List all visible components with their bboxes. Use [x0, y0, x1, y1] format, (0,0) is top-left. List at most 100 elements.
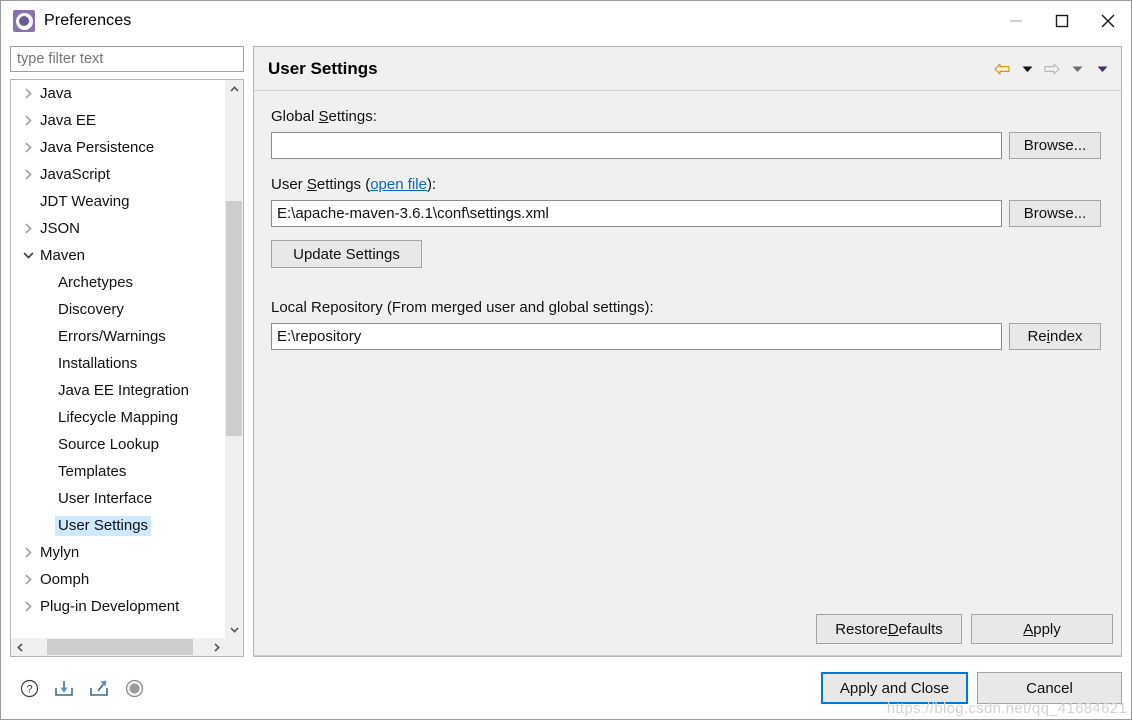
preferences-gear-icon: [13, 10, 35, 32]
close-icon[interactable]: [1085, 1, 1131, 41]
scroll-down-icon[interactable]: [225, 620, 243, 638]
scroll-thumb-horizontal[interactable]: [47, 639, 193, 655]
panel-nav-icons: [991, 58, 1113, 80]
scroll-right-icon[interactable]: [207, 638, 225, 656]
sidebar-item-label: User Interface: [55, 489, 155, 509]
sidebar-item-label: JavaScript: [37, 165, 113, 185]
maximize-icon[interactable]: [1039, 1, 1085, 41]
preferences-tree: Java Java EE Java Persistence JavaScript JDT…: [10, 79, 244, 657]
sidebar-item-user-settings[interactable]: User Settings: [11, 512, 225, 539]
sidebar-item-label: Plug-in Development: [37, 597, 182, 617]
reindex-label-post: ndex: [1050, 328, 1083, 345]
svg-text:?: ?: [26, 683, 32, 695]
sidebar-item-java-ee[interactable]: Java EE: [11, 107, 225, 134]
sidebar-item-label: Errors/Warnings: [55, 327, 169, 347]
window-controls: [993, 1, 1131, 41]
sidebar-item-mylyn[interactable]: Mylyn: [11, 539, 225, 566]
record-icon[interactable]: [123, 677, 145, 699]
tree-horizontal-scrollbar[interactable]: [11, 638, 225, 656]
sidebar-item-java-ee-integration[interactable]: Java EE Integration: [11, 377, 225, 404]
sidebar-item-json[interactable]: JSON: [11, 215, 225, 242]
sidebar-item-label: Oomph: [37, 570, 92, 590]
sidebar-item-label: JDT Weaving: [37, 192, 132, 212]
reindex-label-pre: Re: [1027, 328, 1046, 345]
tree-vertical-scrollbar[interactable]: [225, 80, 243, 638]
sidebar-item-lifecycle-mapping[interactable]: Lifecycle Mapping: [11, 404, 225, 431]
user-settings-input[interactable]: E:\apache-maven-3.6.1\conf\settings.xml: [271, 200, 1002, 227]
user-settings-label-post: ):: [427, 176, 436, 193]
scroll-thumb-vertical[interactable]: [226, 201, 242, 436]
import-icon[interactable]: [53, 677, 75, 699]
chevron-right-icon[interactable]: [19, 88, 37, 99]
local-repository-row: E:\repository Reindex: [271, 323, 1101, 350]
forward-menu-chevron-down-icon: [1066, 58, 1088, 80]
sidebar-item-oomph[interactable]: Oomph: [11, 566, 225, 593]
sidebar-item-label: Maven: [37, 246, 88, 266]
search-input[interactable]: type filter text: [10, 46, 244, 72]
sidebar-item-jdt-weaving[interactable]: JDT Weaving: [11, 188, 225, 215]
sidebar-item-label: Java EE Integration: [55, 381, 192, 401]
export-icon[interactable]: [88, 677, 110, 699]
reindex-button[interactable]: Reindex: [1009, 323, 1101, 350]
local-repository-label: Local Repository (From merged user and g…: [271, 299, 1101, 316]
view-menu-chevron-down-icon[interactable]: [1091, 58, 1113, 80]
sidebar-item-templates[interactable]: Templates: [11, 458, 225, 485]
sidebar-item-maven[interactable]: Maven: [11, 242, 225, 269]
chevron-right-icon[interactable]: [19, 601, 37, 612]
sidebar-item-installations[interactable]: Installations: [11, 350, 225, 377]
update-settings-button[interactable]: Update Settings: [271, 240, 422, 268]
chevron-down-icon[interactable]: [19, 250, 37, 261]
global-settings-row: Browse...: [271, 132, 1101, 159]
restore-mnemonic: D: [888, 621, 899, 638]
sidebar-item-label: Java EE: [37, 111, 99, 131]
cancel-button[interactable]: Cancel: [977, 672, 1122, 704]
dialog-body: type filter text Java Java EE Java Persist…: [1, 41, 1131, 657]
sidebar-item-discovery[interactable]: Discovery: [11, 296, 225, 323]
sidebar-item-label: Source Lookup: [55, 435, 162, 455]
sidebar-item-java[interactable]: Java: [11, 80, 225, 107]
sidebar-item-java-persistence[interactable]: Java Persistence: [11, 134, 225, 161]
chevron-right-icon[interactable]: [19, 115, 37, 126]
back-arrow-icon[interactable]: [991, 58, 1013, 80]
scroll-track-horizontal[interactable]: [29, 638, 207, 656]
chevron-right-icon[interactable]: [19, 169, 37, 180]
user-settings-label-mid: ettings (: [317, 176, 370, 193]
global-settings-mnemonic: S: [319, 108, 329, 125]
sidebar-item-errors-warnings[interactable]: Errors/Warnings: [11, 323, 225, 350]
sidebar-item-label: Archetypes: [55, 273, 136, 293]
preferences-dialog: Preferences type filter text JavaJava EE…: [0, 0, 1132, 720]
local-repository-input[interactable]: E:\repository: [271, 323, 1002, 350]
sidebar-item-javascript[interactable]: JavaScript: [11, 161, 225, 188]
sidebar-item-label: Java: [37, 84, 75, 104]
apply-and-close-button[interactable]: Apply and Close: [821, 672, 968, 704]
open-file-link[interactable]: open file: [370, 176, 427, 193]
sidebar-item-label: JSON: [37, 219, 83, 239]
back-menu-chevron-down-icon[interactable]: [1016, 58, 1038, 80]
help-icon[interactable]: ?: [18, 677, 40, 699]
bottom-icon-group: ?: [18, 677, 145, 699]
panel-footer-buttons: Restore Defaults Apply: [254, 614, 1121, 656]
user-settings-browse-button[interactable]: Browse...: [1009, 200, 1101, 227]
global-settings-browse-button[interactable]: Browse...: [1009, 132, 1101, 159]
panel-header: User Settings: [254, 47, 1121, 91]
apply-button[interactable]: Apply: [971, 614, 1113, 644]
sidebar-item-plug-in-development[interactable]: Plug-in Development: [11, 593, 225, 620]
chevron-right-icon[interactable]: [19, 142, 37, 153]
user-settings-label: User Settings (open file):: [271, 176, 1101, 193]
sidebar-item-source-lookup[interactable]: Source Lookup: [11, 431, 225, 458]
sidebar-item-archetypes[interactable]: Archetypes: [11, 269, 225, 296]
scroll-left-icon[interactable]: [11, 638, 29, 656]
chevron-right-icon[interactable]: [19, 547, 37, 558]
scroll-up-icon[interactable]: [225, 80, 243, 98]
user-settings-mnemonic: S: [307, 176, 317, 193]
sidebar-item-user-interface[interactable]: User Interface: [11, 485, 225, 512]
chevron-right-icon[interactable]: [19, 223, 37, 234]
chevron-right-icon[interactable]: [19, 574, 37, 585]
apply-mnemonic: A: [1023, 621, 1033, 638]
global-settings-input[interactable]: [271, 132, 1002, 159]
restore-defaults-button[interactable]: Restore Defaults: [816, 614, 962, 644]
sidebar-item-label: Mylyn: [37, 543, 82, 563]
scroll-track-vertical[interactable]: [225, 98, 243, 620]
minimize-icon[interactable]: [993, 1, 1039, 41]
sidebar-item-label: Templates: [55, 462, 129, 482]
